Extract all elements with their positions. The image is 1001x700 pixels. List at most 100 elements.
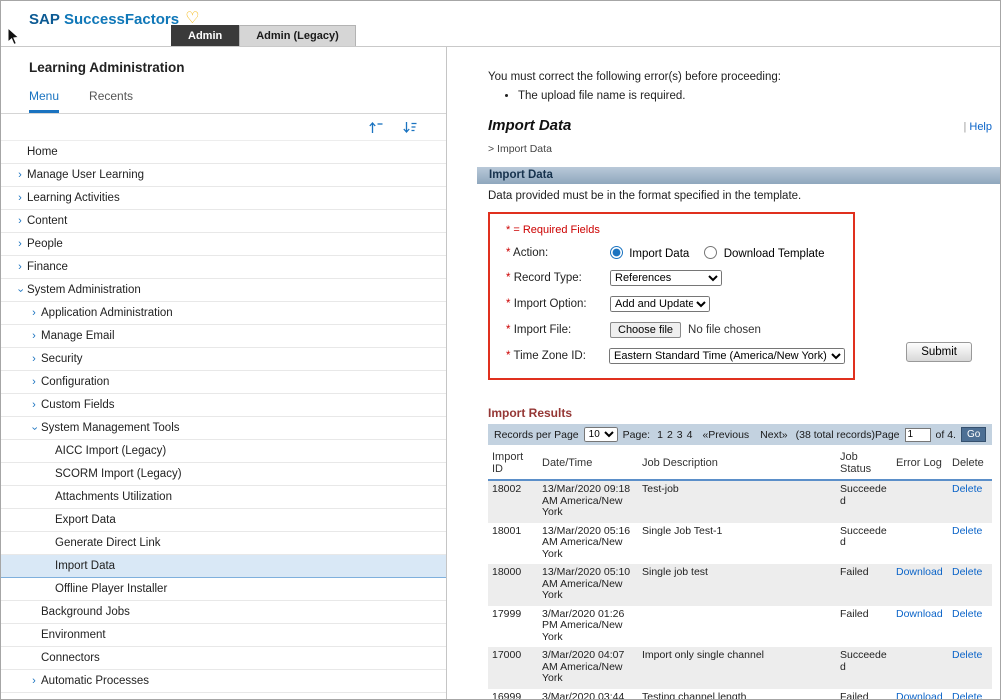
chevron-right-icon[interactable]: ›	[27, 308, 41, 319]
sidebar-item-label: System Management Tools	[41, 422, 180, 434]
sidebar-item-people[interactable]: ›People	[1, 233, 446, 256]
radio-import-data[interactable]	[610, 246, 623, 259]
sidebar-item-label: Manage User Learning	[27, 169, 144, 181]
logo-product-text: SuccessFactors	[64, 11, 179, 28]
sidebar-item-label: Environment	[41, 629, 106, 641]
cell-error-log	[892, 523, 948, 565]
required-fields-note: * = Required Fields	[506, 224, 845, 236]
col-job-description: Job Description	[638, 447, 836, 480]
chevron-right-icon[interactable]: ›	[27, 400, 41, 411]
cell-import-id: 17999	[488, 606, 538, 648]
sidebar-item-export-data[interactable]: Export Data	[1, 509, 446, 532]
help-area: | Help	[963, 121, 992, 133]
import-option-select[interactable]: Add and Update	[610, 296, 710, 312]
tab-admin-legacy[interactable]: Admin (Legacy)	[239, 25, 356, 46]
cell-error-log	[892, 647, 948, 689]
previous-link[interactable]: «Previous	[702, 429, 749, 441]
download-link[interactable]: Download	[896, 566, 943, 578]
timezone-select[interactable]: Eastern Standard Time (America/New York)	[609, 348, 845, 364]
chevron-right-icon[interactable]: ›	[27, 354, 41, 365]
sidebar-item-import-data[interactable]: Import Data	[1, 555, 446, 578]
records-per-page-select[interactable]: 10	[584, 427, 618, 442]
cell-import-id: 16999	[488, 689, 538, 700]
sidebar-item-label: Generate Direct Link	[55, 537, 160, 549]
sidebar-item-automatic-processes[interactable]: ›Automatic Processes	[1, 670, 446, 693]
app-window: SAP SuccessFactors ♡ Admin Admin (Legacy…	[0, 0, 1001, 700]
page-number-1[interactable]: 1	[657, 429, 663, 441]
chevron-down-icon[interactable]: ›	[15, 283, 26, 297]
sidebar-item-generate-direct-link[interactable]: Generate Direct Link	[1, 532, 446, 555]
chevron-right-icon[interactable]: ›	[27, 676, 41, 687]
sidebar-item-home[interactable]: Home	[1, 141, 446, 164]
sidebar-item-finance[interactable]: ›Finance	[1, 256, 446, 279]
help-link[interactable]: Help	[969, 121, 992, 133]
sidebar-item-background-jobs[interactable]: Background Jobs	[1, 601, 446, 624]
chevron-right-icon[interactable]: ›	[27, 331, 41, 342]
sidebar-item-security[interactable]: ›Security	[1, 348, 446, 371]
table-row: 169993/Mar/2020 03:44 AM America/New Yor…	[488, 689, 992, 700]
chevron-right-icon[interactable]: ›	[13, 193, 27, 204]
delete-link[interactable]: Delete	[952, 608, 982, 620]
tab-menu[interactable]: Menu	[29, 89, 59, 113]
import-option-label: * Import Option:	[506, 298, 610, 310]
cell-date-time: 3/Mar/2020 03:44 AM America/New York	[538, 689, 638, 700]
import-file-row: * Import File: Choose file No file chose…	[506, 322, 845, 338]
download-link[interactable]: Download	[896, 691, 943, 700]
sidebar-item-manage-user-learning[interactable]: ›Manage User Learning	[1, 164, 446, 187]
page-number-4[interactable]: 4	[687, 429, 693, 441]
tab-admin[interactable]: Admin	[171, 25, 239, 46]
main-content: You must correct the following error(s) …	[447, 47, 1000, 699]
sidebar-item-content[interactable]: ›Content	[1, 210, 446, 233]
download-link[interactable]: Download	[896, 608, 943, 620]
sidebar-item-attachments-utilization[interactable]: Attachments Utilization	[1, 486, 446, 509]
chevron-down-icon[interactable]: ›	[29, 421, 40, 435]
go-button[interactable]: Go	[961, 427, 986, 442]
page-title: Import Data	[488, 117, 571, 134]
page-jump-input[interactable]	[905, 428, 931, 442]
chevron-right-icon[interactable]: ›	[13, 262, 27, 273]
chevron-right-icon[interactable]: ›	[13, 170, 27, 181]
cell-delete: Delete	[948, 523, 992, 565]
sidebar-item-scorm-import-legacy[interactable]: SCORM Import (Legacy)	[1, 463, 446, 486]
submit-button[interactable]: Submit	[906, 342, 972, 362]
cell-delete: Delete	[948, 480, 992, 523]
radio-download-template[interactable]	[704, 246, 717, 259]
chevron-right-icon[interactable]: ›	[27, 377, 41, 388]
import-results-section: Import Results Records per Page 10 Page:…	[488, 406, 992, 699]
logo-sap-text: SAP	[29, 11, 60, 28]
page-number-2[interactable]: 2	[667, 429, 673, 441]
page-number-3[interactable]: 3	[677, 429, 683, 441]
delete-link[interactable]: Delete	[952, 525, 982, 537]
admin-tab-strip: Admin Admin (Legacy)	[171, 25, 356, 46]
total-records-label: (38 total records)	[796, 429, 875, 441]
record-type-select[interactable]: References	[610, 270, 722, 286]
sidebar-item-connectors[interactable]: Connectors	[1, 647, 446, 670]
sidebar-item-label: Export Data	[55, 514, 116, 526]
sidebar-item-system-administration[interactable]: ›System Administration	[1, 279, 446, 302]
sidebar-item-aicc-import-legacy[interactable]: AICC Import (Legacy)	[1, 440, 446, 463]
cell-date-time: 3/Mar/2020 04:07 AM America/New York	[538, 647, 638, 689]
chevron-right-icon[interactable]: ›	[13, 239, 27, 250]
delete-link[interactable]: Delete	[952, 691, 982, 700]
sort-ascending-icon[interactable]	[368, 121, 384, 134]
sidebar-item-offline-player-installer[interactable]: Offline Player Installer	[1, 578, 446, 601]
sidebar-item-application-administration[interactable]: ›Application Administration	[1, 302, 446, 325]
sidebar-item-configuration[interactable]: ›Configuration	[1, 371, 446, 394]
delete-link[interactable]: Delete	[952, 649, 982, 661]
results-table: Import ID Date/Time Job Description Job …	[488, 447, 992, 699]
table-row: 1800213/Mar/2020 09:18 AM America/New Yo…	[488, 480, 992, 523]
delete-link[interactable]: Delete	[952, 483, 982, 495]
sidebar-item-environment[interactable]: Environment	[1, 624, 446, 647]
delete-link[interactable]: Delete	[952, 566, 982, 578]
sidebar-item-learning-activities[interactable]: ›Learning Activities	[1, 187, 446, 210]
next-link[interactable]: Next»	[760, 429, 787, 441]
pagination-bar: Records per Page 10 Page: 1234 «Previous…	[488, 424, 992, 445]
tab-recents[interactable]: Recents	[89, 89, 133, 113]
sidebar-item-custom-fields[interactable]: ›Custom Fields	[1, 394, 446, 417]
sidebar-item-system-management-tools[interactable]: ›System Management Tools	[1, 417, 446, 440]
cell-import-id: 18001	[488, 523, 538, 565]
sidebar-item-manage-email[interactable]: ›Manage Email	[1, 325, 446, 348]
chevron-right-icon[interactable]: ›	[13, 216, 27, 227]
choose-file-button[interactable]: Choose file	[610, 322, 681, 338]
sort-descending-icon[interactable]	[402, 121, 418, 134]
